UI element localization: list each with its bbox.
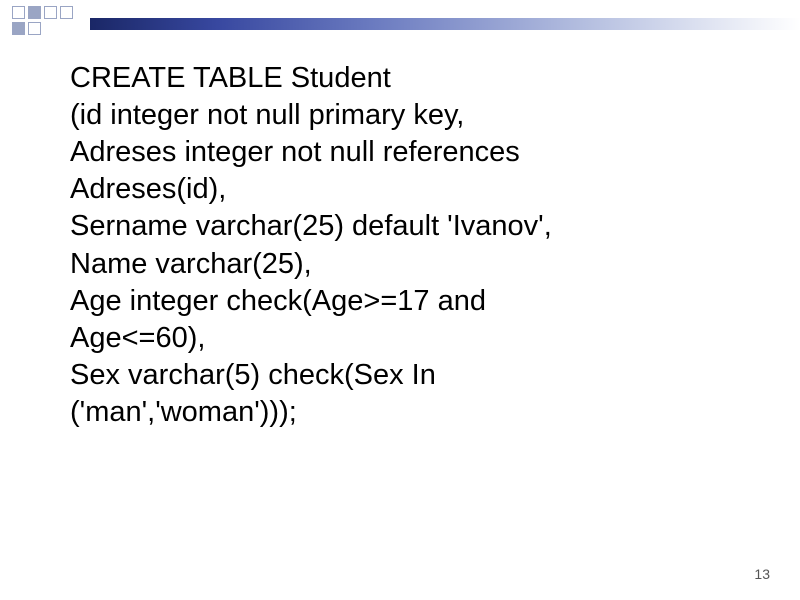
decoration-square (12, 22, 25, 35)
code-line: ('man','woman'))); (70, 394, 750, 431)
code-line: (id integer not null primary key, (70, 97, 750, 134)
code-line: Age<=60), (70, 320, 750, 357)
slide-content: CREATE TABLE Student (id integer not nul… (70, 60, 750, 431)
decoration-square (28, 22, 41, 35)
code-line: Adreses integer not null references (70, 134, 750, 171)
page-number: 13 (754, 566, 770, 582)
code-line: Sex varchar(5) check(Sex In (70, 357, 750, 394)
decoration-square (60, 6, 73, 19)
decoration-square (44, 6, 57, 19)
code-line: CREATE TABLE Student (70, 60, 750, 97)
decoration-square (12, 6, 25, 19)
slide-header-decoration (0, 0, 800, 38)
code-line: Age integer check(Age>=17 and (70, 283, 750, 320)
decoration-squares-bottom (12, 22, 41, 35)
gradient-bar (90, 18, 800, 30)
code-line: Adreses(id), (70, 171, 750, 208)
decoration-squares-top (12, 6, 73, 19)
decoration-square (28, 6, 41, 19)
code-line: Sername varchar(25) default 'Ivanov', (70, 208, 750, 245)
code-line: Name varchar(25), (70, 246, 750, 283)
